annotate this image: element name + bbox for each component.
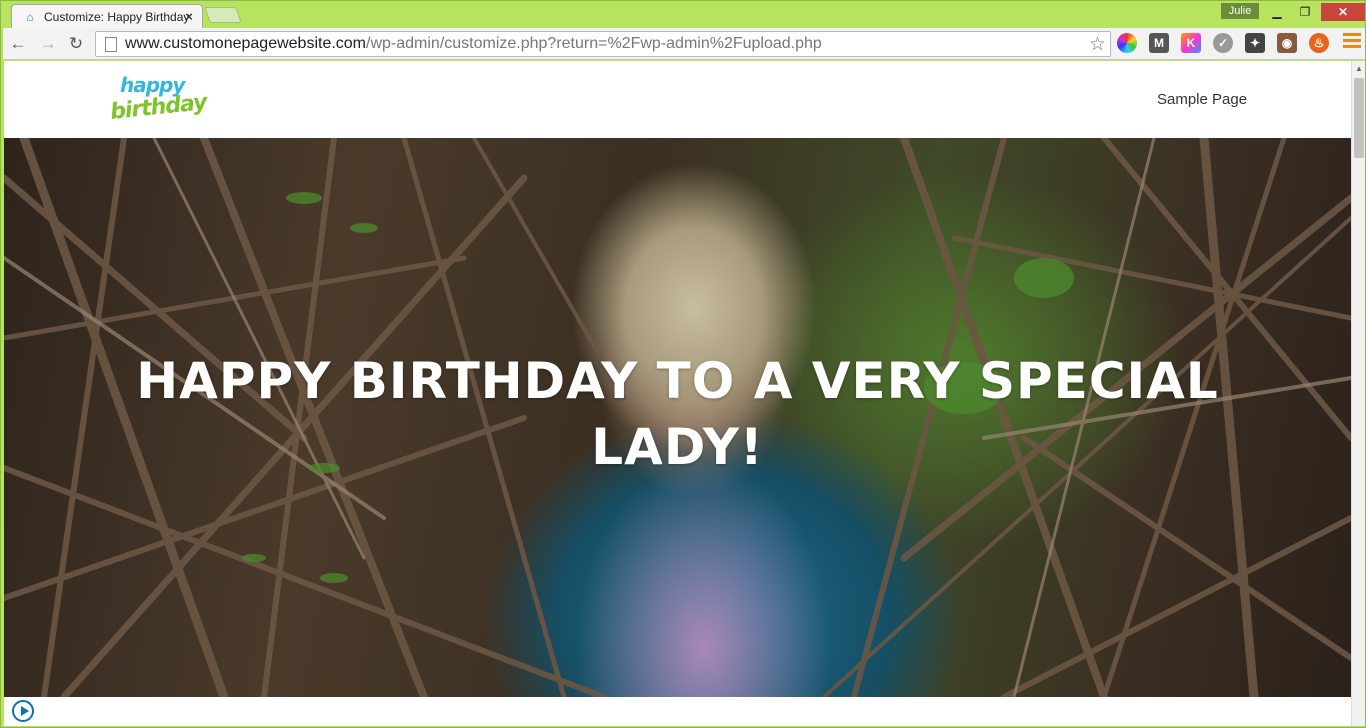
close-window-button[interactable]: ✕ [1321, 3, 1365, 21]
browser-toolbar: ← → ↻ www.customonepagewebsite.com/wp-ad… [3, 28, 1365, 60]
hero-title: HAPPY BIRTHDAY TO A VERY SPECIAL LADY! [136, 352, 1219, 476]
wordpress-favicon-icon: ⌂ [26, 9, 34, 24]
minimize-button[interactable]: ▁ [1263, 3, 1291, 21]
chrome-menu-icon[interactable] [1343, 33, 1361, 53]
reload-icon[interactable]: ↻ [65, 33, 87, 55]
page-viewport: happy birthday Sample Page HAPPY BIRTHDA… [4, 61, 1351, 726]
check-extension-icon[interactable]: ✓ [1213, 33, 1233, 53]
browser-window: ⌂ Customize: Happy Birthday × Julie ▁ ❐ … [0, 0, 1366, 728]
site-header: happy birthday Sample Page [4, 61, 1351, 138]
tab-title: Customize: Happy Birthday [44, 9, 189, 24]
fire-icon[interactable]: ♨ [1309, 33, 1329, 53]
page-icon [105, 36, 117, 52]
color-wheel-icon[interactable] [1117, 33, 1137, 53]
scroll-up-arrow-icon[interactable]: ▲ [1355, 64, 1363, 73]
hero-section: HAPPY BIRTHDAY TO A VERY SPECIAL LADY! [4, 138, 1351, 697]
back-arrow-icon[interactable]: ← [7, 33, 29, 55]
nav-sample-page[interactable]: Sample Page [1157, 91, 1247, 108]
bookmark-star-icon[interactable]: ☆ [1089, 33, 1106, 56]
puzzle-extension-icon[interactable]: ✦ [1245, 33, 1265, 53]
forward-arrow-icon[interactable]: → [37, 33, 59, 55]
url-text[interactable]: www.customonepagewebsite.com/wp-admin/cu… [125, 35, 822, 53]
address-bar[interactable]: www.customonepagewebsite.com/wp-admin/cu… [95, 31, 1111, 57]
customizer-footer [4, 697, 1351, 726]
maximize-button[interactable]: ❐ [1291, 3, 1319, 21]
site-logo[interactable]: happy birthday [108, 73, 208, 131]
browser-tab[interactable]: ⌂ Customize: Happy Birthday × [11, 4, 203, 28]
profile-badge[interactable]: Julie [1221, 3, 1259, 19]
k-extension-icon[interactable]: K [1181, 33, 1201, 53]
new-tab-button[interactable] [204, 7, 242, 23]
title-bar: ⌂ Customize: Happy Birthday × Julie ▁ ❐ … [1, 1, 1366, 28]
tab-close-icon[interactable]: × [182, 9, 196, 24]
scroll-thumb[interactable] [1354, 78, 1364, 158]
m-extension-icon[interactable]: M [1149, 33, 1169, 53]
customize-play-icon[interactable] [12, 700, 34, 722]
page-scrollbar[interactable]: ▲ [1351, 61, 1365, 726]
instagram-icon[interactable]: ◉ [1277, 33, 1297, 53]
